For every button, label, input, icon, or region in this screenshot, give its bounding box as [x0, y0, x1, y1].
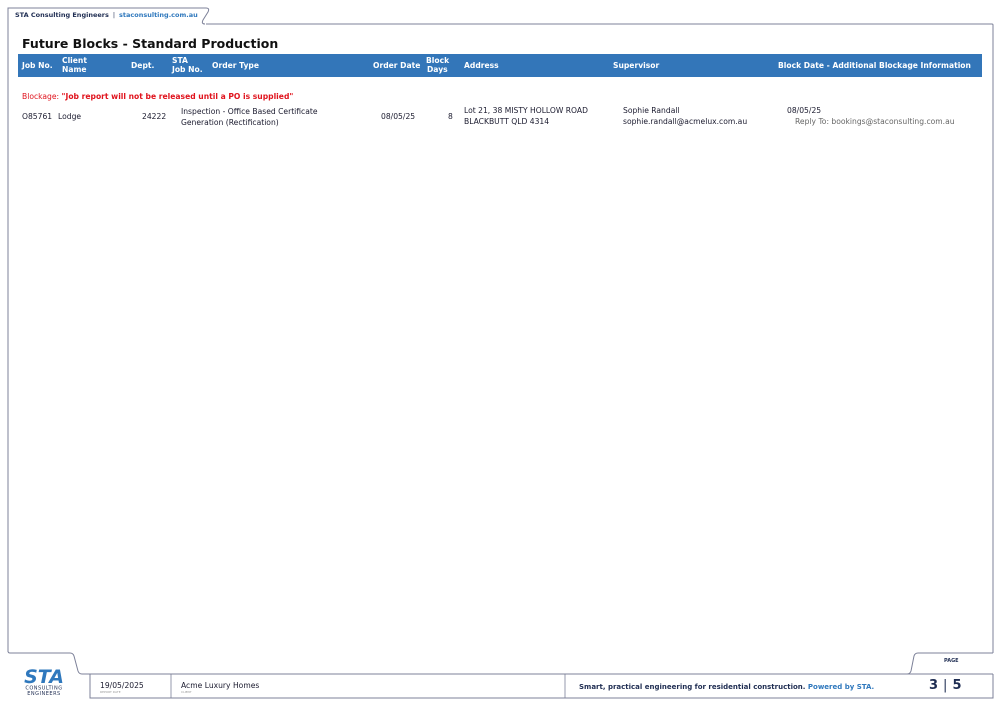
cell-address-line1: Lot 21, 38 MISTY HOLLOW ROAD [464, 106, 588, 115]
report-date-caption: REPORT DATE [100, 690, 121, 694]
cell-block-days: 8 [448, 112, 453, 121]
supervisor-email[interactable]: sophie.randall@acmelux.com.au [623, 116, 747, 127]
col-order-type: Order Type [212, 61, 259, 70]
col-block-days-line2: Days [427, 64, 448, 74]
page-current: 3 [929, 678, 939, 693]
supervisor-name: Sophie Randall [623, 106, 680, 115]
sta-logo: STA CONSULTING ENGINEERS [20, 663, 68, 701]
col-job-no: Job No. [22, 61, 53, 70]
blockage-message: "Job report will not be released until a… [61, 92, 294, 101]
blockage-label: Blockage: [22, 92, 60, 101]
sta-logo-mark: STA CONSULTING ENGINEERS [24, 666, 64, 697]
page-separator: | [943, 678, 948, 693]
brand-separator: | [112, 11, 116, 19]
cell-address-line2: BLACKBUTT QLD 4314 [464, 117, 550, 126]
brand-header: STA Consulting Engineers | staconsulting.c… [15, 11, 198, 19]
col-sta-job-no: STA Job No. [172, 56, 203, 74]
tagline-powered: Powered by STA. [807, 683, 875, 691]
footer-report-date: 19/05/2025 REPORT DATE [100, 681, 144, 694]
col-client-name-line2: Name [62, 64, 87, 74]
cell-order-date: 08/05/25 [381, 112, 416, 121]
page-indicator: 3 | 5 [929, 678, 961, 693]
col-sta-job-line2: Job No. [172, 64, 203, 74]
page-label: PAGE [944, 658, 959, 664]
cell-order-type-line1: Inspection - Office Based Certificate [181, 107, 318, 116]
block-date: 08/05/25 [787, 106, 822, 115]
table-header: Job No. Client Name Dept. STA Job No. Or… [18, 54, 982, 77]
company-name: STA Consulting Engineers [15, 11, 109, 19]
col-block-days: Block Days [426, 56, 449, 74]
cell-order-type-line2: Generation (Rectification) [181, 118, 279, 127]
footer-client: Acme Luxury Homes CLIENT [181, 681, 259, 694]
logo-sub-2: ENGINEERS [27, 691, 60, 697]
blockage-note: Blockage: "Job report will not be releas… [22, 92, 293, 101]
cell-order-type: Inspection - Office Based Certificate Ge… [181, 106, 318, 128]
reply-to-email[interactable]: Reply To: bookings@staconsulting.com.au [787, 116, 955, 127]
col-order-date: Order Date [373, 61, 421, 70]
col-client-name: Client Name [62, 56, 87, 74]
tagline-text: Smart, practical engineering for residen… [579, 683, 806, 691]
cell-dept: 24222 [142, 112, 167, 121]
cell-address: Lot 21, 38 MISTY HOLLOW ROAD BLACKBUTT Q… [464, 105, 588, 127]
col-address: Address [464, 61, 499, 70]
report-date-value: 19/05/2025 [100, 681, 144, 690]
col-dept: Dept. [131, 61, 155, 70]
page-title: Future Blocks - Standard Production [22, 36, 279, 51]
page-total: 5 [952, 678, 962, 693]
client-value: Acme Luxury Homes [181, 681, 260, 690]
cell-client-name: Lodge [58, 112, 82, 121]
col-block-info: Block Date - Additional Blockage Informa… [778, 61, 971, 70]
cell-supervisor: Sophie Randall sophie.randall@acmelux.co… [623, 105, 747, 127]
cell-block-info: 08/05/25 Reply To: bookings@staconsultin… [787, 105, 955, 127]
website-link[interactable]: staconsulting.com.au [119, 11, 198, 19]
col-supervisor: Supervisor [613, 61, 660, 70]
cell-job-no: O85761 [22, 112, 53, 121]
client-caption: CLIENT [181, 690, 192, 694]
footer-tagline: Smart, practical engineering for residen… [579, 683, 874, 691]
